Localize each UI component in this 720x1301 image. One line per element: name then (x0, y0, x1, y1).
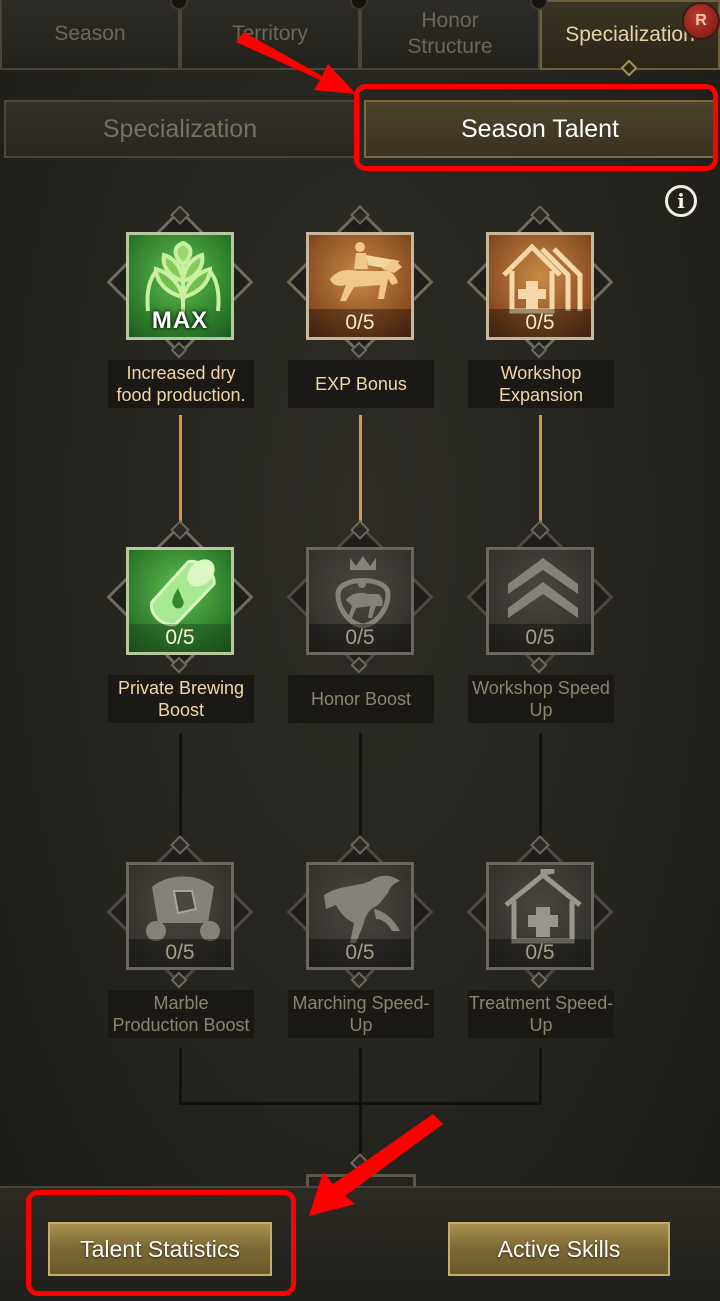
talent-node-treatment-speed[interactable]: 0/5 Treatment Speed-Up (466, 835, 614, 1040)
connector-line (539, 415, 542, 530)
connector-line (359, 733, 362, 843)
talent-level: 0/5 (309, 939, 411, 967)
galloping-horse-icon (324, 875, 400, 943)
talent-name: Private Brewing Boost (108, 675, 254, 723)
talent-icon-box: 0/5 (306, 547, 414, 655)
talent-name: Marble Production Boost (108, 990, 254, 1038)
talent-max-label: MAX (151, 307, 209, 334)
highlight-season-talent (354, 84, 718, 171)
talent-name: Marching Speed-Up (288, 990, 434, 1038)
talent-name: Honor Boost (288, 675, 434, 723)
active-skills-button[interactable]: Active Skills (448, 1222, 670, 1276)
notification-badge-icon: R (682, 2, 720, 40)
tab-honor-structure-label: Honor Structure (407, 9, 493, 58)
arrow-pointer-icon (236, 32, 356, 94)
talent-node-marching-speed[interactable]: 0/5 Marching Speed-Up (286, 835, 434, 1040)
barrel-drop-icon (149, 559, 216, 627)
connector-line (179, 1048, 182, 1104)
talent-name: Workshop Expansion (468, 360, 614, 408)
talent-node-honor-boost[interactable]: 0/5 Honor Boost (286, 520, 434, 725)
chevrons-up-icon (508, 558, 578, 618)
active-tab-marker (620, 59, 638, 77)
workshop-buildings-icon (502, 243, 583, 314)
connector-line (539, 1048, 542, 1104)
talent-node-private-brewing[interactable]: 0/5 Private Brewing Boost (106, 520, 254, 725)
talent-icon-box: 0/5 (126, 862, 234, 970)
talent-name: Workshop Speed Up (468, 675, 614, 723)
tab-specialization-label: Specialization (565, 23, 695, 46)
connector-line (179, 733, 182, 843)
tab-honor-structure[interactable]: Honor Structure (360, 0, 540, 70)
marble-cart-icon (146, 876, 220, 941)
arrow-pointer-icon (309, 1114, 443, 1216)
talent-level: 0/5 (309, 309, 411, 337)
talent-icon-box: MAX (126, 232, 234, 340)
talent-level: 0/5 (489, 939, 591, 967)
info-icon[interactable]: i (665, 185, 697, 217)
subtab-specialization[interactable]: Specialization (4, 100, 356, 158)
connector-line (179, 415, 182, 530)
talent-icon-box: 0/5 (306, 862, 414, 970)
talent-level: 0/5 (129, 624, 231, 652)
talent-level: 0/5 (489, 624, 591, 652)
talent-icon-box: 0/5 (306, 232, 414, 340)
knight-on-horse-icon (330, 242, 402, 301)
talent-name: Increased dry food production. (108, 360, 254, 408)
talent-icon-box: 0/5 (486, 547, 594, 655)
tab-season-label: Season (54, 22, 126, 45)
crowned-knight-icon (335, 556, 391, 629)
talent-icon-box: 0/5 (486, 232, 594, 340)
tab-specialization[interactable]: Specialization R (540, 0, 720, 77)
talent-node-marble-production[interactable]: 0/5 Marble Production Boost (106, 835, 254, 1040)
hospital-icon (504, 869, 582, 944)
top-tab-bar: Season Territory Honor Structure Special… (0, 0, 720, 77)
talent-name: Treatment Speed-Up (468, 990, 614, 1038)
connector-line (179, 1102, 542, 1105)
connector-line (359, 415, 362, 530)
connector-line (539, 733, 542, 843)
tab-season[interactable]: Season (0, 0, 180, 70)
talent-node-dry-food[interactable]: MAX Increased dry food production. (106, 205, 254, 410)
talent-node-exp-bonus[interactable]: 0/5 EXP Bonus (286, 205, 434, 410)
talent-node-workshop-expansion[interactable]: 0/5 Workshop Expansion (466, 205, 614, 410)
talent-level: 0/5 (129, 939, 231, 967)
talent-level: 0/5 (489, 309, 591, 337)
talent-level: 0/5 (309, 624, 411, 652)
talent-icon-box: 0/5 (486, 862, 594, 970)
talent-name: EXP Bonus (288, 360, 434, 408)
talent-node-workshop-speed[interactable]: 0/5 Workshop Speed Up (466, 520, 614, 725)
talent-icon-box: 0/5 (126, 547, 234, 655)
highlight-talent-statistics (26, 1190, 296, 1296)
